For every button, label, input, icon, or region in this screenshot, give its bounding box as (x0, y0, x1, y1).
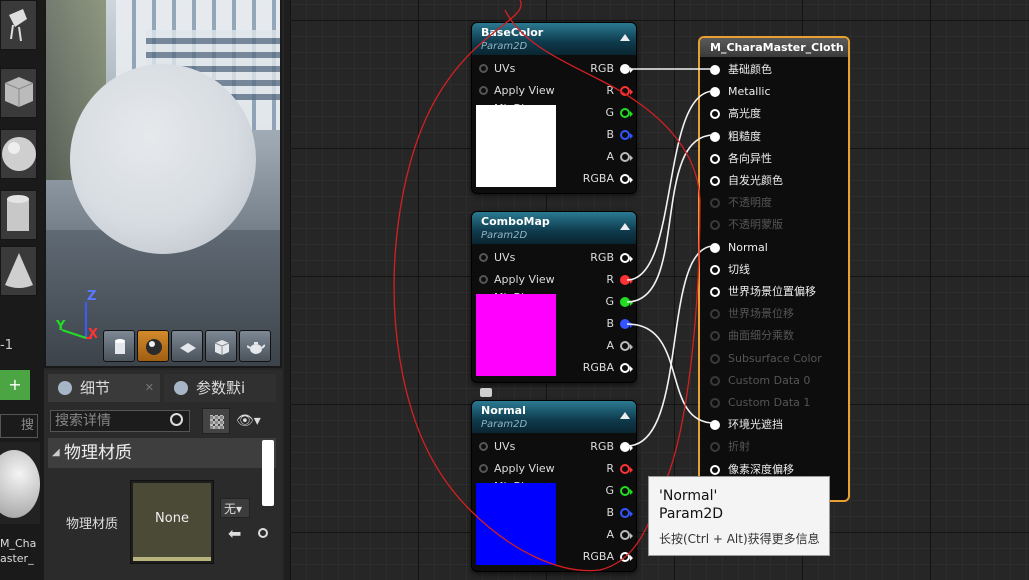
tooltip-type: Param2D (659, 506, 724, 522)
wire-roughness (626, 134, 715, 303)
pin-tooltip: 'Normal' Param2D 长按(Ctrl + Alt)获得更多信息 (648, 476, 830, 556)
graph-wires (393, 0, 715, 572)
tooltip-title: 'Normal' (659, 488, 718, 504)
connection-wires (626, 68, 715, 447)
wire-ao (626, 323, 715, 424)
tooltip-hint: 长按(Ctrl + Alt)获得更多信息 (659, 532, 820, 546)
